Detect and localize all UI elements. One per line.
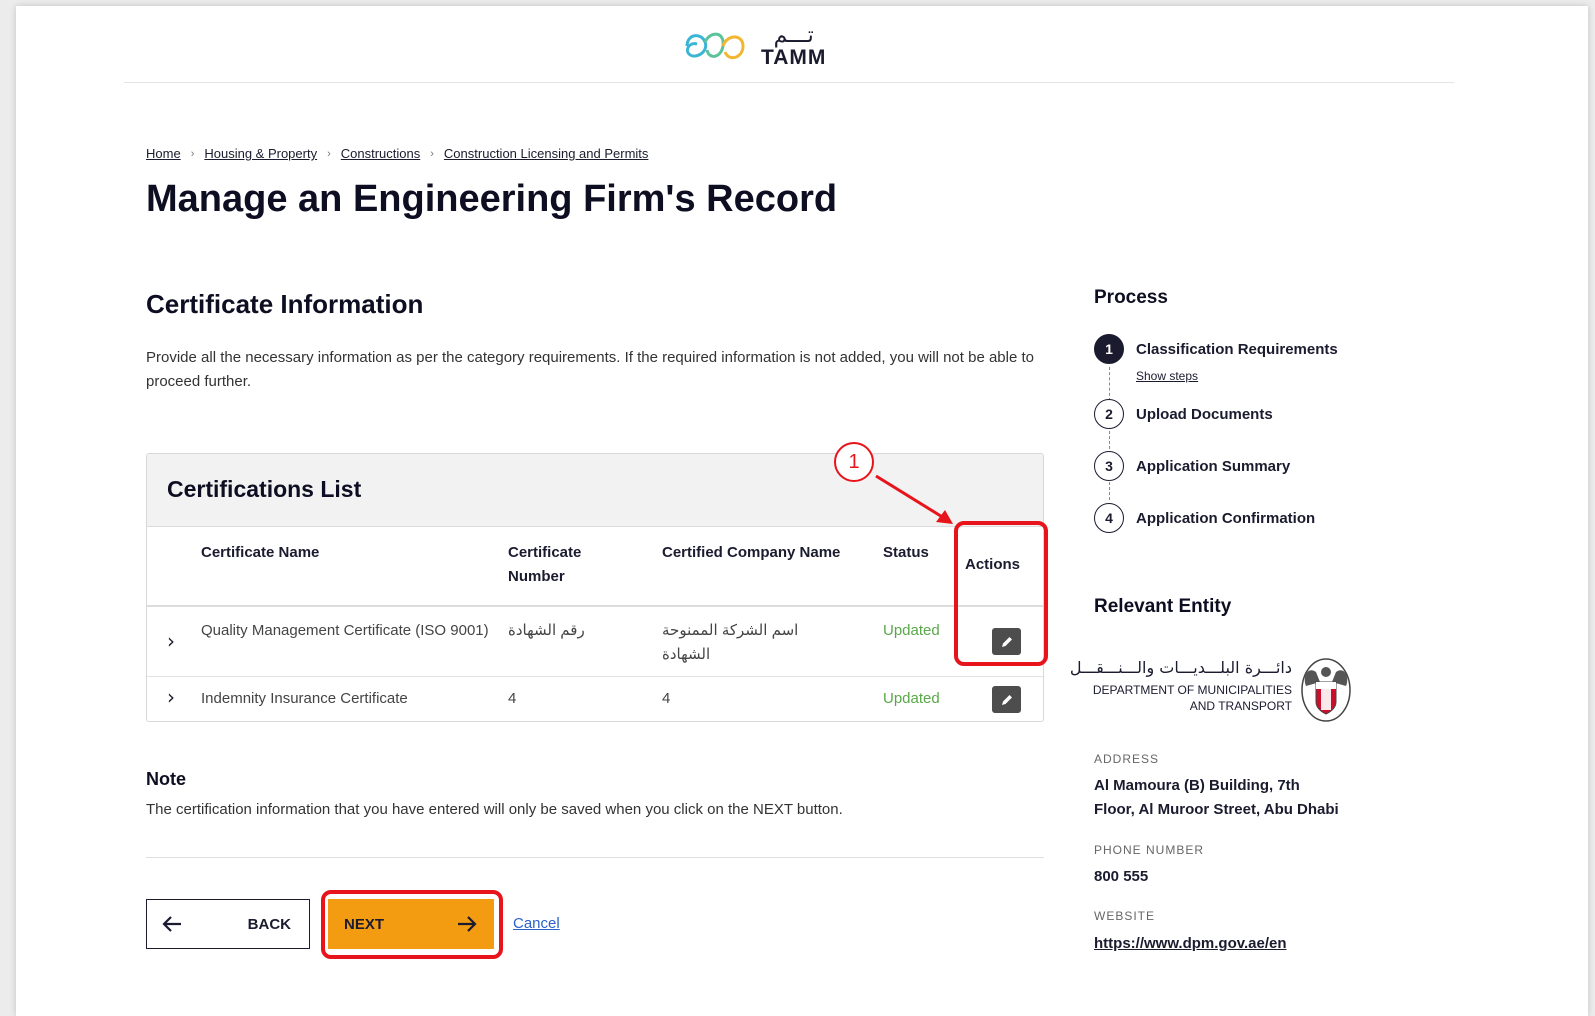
entity-name-line2: AND TRANSPORT: [1189, 699, 1292, 713]
step-label: Application Confirmation: [1136, 509, 1316, 527]
phone-label: PHONE NUMBER: [1094, 843, 1205, 857]
pencil-icon: [1001, 636, 1012, 647]
step-number: 4: [1094, 503, 1124, 533]
step-label: Classification Requirements: [1136, 340, 1338, 358]
divider: [146, 857, 1044, 858]
cell-certificate-number: 4: [508, 690, 517, 707]
header: تـــم TAMM: [124, 6, 1454, 83]
chevron-right-icon: ›: [430, 147, 434, 160]
address-label: ADDRESS: [1094, 752, 1160, 766]
cell-certificate-number: رقم الشهادة: [508, 622, 585, 639]
breadcrumb-construction-licensing[interactable]: Construction Licensing and Permits: [444, 146, 649, 161]
table-row[interactable]: › Indemnity Insurance Certificate 4 4 Up…: [147, 677, 1043, 721]
step-label: Upload Documents: [1136, 405, 1273, 423]
step-number: 1: [1094, 334, 1124, 364]
step-connector: [1109, 431, 1110, 449]
section-intro: Provide all the necessary information as…: [146, 349, 1034, 390]
status-badge: Updated: [883, 690, 940, 707]
column-actions: Actions: [965, 556, 1021, 573]
arrow-left-icon: [162, 916, 181, 932]
chevron-right-icon: ›: [327, 147, 331, 160]
table-row[interactable]: › Quality Management Certificate (ISO 90…: [147, 607, 1043, 677]
cancel-link[interactable]: Cancel: [513, 915, 560, 932]
process-step-4[interactable]: 4 Application Confirmation: [1094, 503, 1315, 533]
tamm-logo[interactable]: تـــم TAMM: [681, 24, 826, 68]
entity-name-line1: DEPARTMENT OF MUNICIPALITIES: [1092, 683, 1292, 697]
page-title: Manage an Engineering Firm's Record: [146, 178, 838, 220]
chevron-right-icon: ›: [190, 147, 195, 160]
entity-logo: دائـــرة البلـــديـــات والـــنـــقـــل …: [1070, 656, 1354, 726]
next-button-label: NEXT: [344, 915, 385, 933]
certifications-title: Certifications List: [147, 454, 1043, 527]
abu-dhabi-emblem-icon: [1301, 658, 1351, 722]
breadcrumb-constructions[interactable]: Constructions: [341, 146, 420, 161]
logo-arabic: تـــم: [773, 22, 814, 48]
cell-company-name: اسم الشركة الممنوحة الشهادة: [662, 622, 799, 663]
address-line2: Floor, Al Muroor Street, Abu Dhabi: [1094, 801, 1339, 818]
logo-text: TAMM: [761, 45, 827, 69]
step-connector: [1109, 367, 1110, 401]
website-label: WEBSITE: [1094, 909, 1156, 923]
column-certificate-number: Certificate Number: [508, 544, 582, 585]
tamm-logo-icon: [685, 32, 745, 60]
step-label: Application Summary: [1136, 457, 1291, 475]
chevron-right-icon[interactable]: ›: [167, 629, 175, 653]
breadcrumb-home[interactable]: Home: [146, 146, 181, 161]
entity-name-arabic: دائـــرة البلـــديـــات والـــنـــقـــل: [1069, 658, 1292, 677]
callout-number: 1: [834, 442, 874, 482]
back-button-label: BACK: [247, 915, 291, 933]
breadcrumb: Home › Housing & Property › Construction…: [146, 146, 648, 161]
website-link[interactable]: https://www.dpm.gov.ae/en: [1094, 935, 1287, 952]
address-line1: Al Mamoura (B) Building, 7th: [1094, 777, 1300, 794]
edit-button[interactable]: [992, 628, 1021, 655]
step-connector: [1109, 482, 1110, 500]
status-badge: Updated: [883, 622, 940, 639]
note-title: Note: [146, 769, 186, 789]
process-title: Process: [1094, 287, 1168, 308]
note-text: The certification information that you h…: [146, 801, 843, 818]
edit-button[interactable]: [992, 686, 1021, 713]
cell-company-name: 4: [662, 690, 671, 707]
cell-certificate-name: Quality Management Certificate (ISO 9001…: [201, 622, 489, 639]
column-company-name: Certified Company Name: [662, 544, 841, 561]
chevron-right-icon[interactable]: ›: [167, 685, 175, 709]
relevant-entity-title: Relevant Entity: [1094, 596, 1232, 617]
process-step-3[interactable]: 3 Application Summary: [1094, 451, 1290, 481]
process-step-1[interactable]: 1 Classification Requirements: [1094, 334, 1338, 364]
process-step-2[interactable]: 2 Upload Documents: [1094, 399, 1273, 429]
step-number: 3: [1094, 451, 1124, 481]
column-certificate-name: Certificate Name: [201, 544, 320, 561]
phone-number: 800 555: [1094, 868, 1149, 885]
section-title: Certificate Information: [146, 289, 424, 319]
table-header: Certificate Name Certificate Number Cert…: [147, 527, 1043, 607]
cell-certificate-name: Indemnity Insurance Certificate: [201, 690, 408, 707]
arrow-right-icon: [458, 916, 477, 932]
step-number: 2: [1094, 399, 1124, 429]
column-status: Status: [883, 544, 929, 561]
breadcrumb-housing-property[interactable]: Housing & Property: [204, 146, 317, 161]
show-steps-link[interactable]: Show steps: [1136, 369, 1198, 383]
back-button[interactable]: BACK: [146, 899, 310, 949]
certifications-card: Certifications List Certificate Name Cer…: [146, 453, 1044, 722]
page: تـــم TAMM Home › Housing & Property › C…: [16, 6, 1588, 1016]
pencil-icon: [1001, 694, 1012, 705]
next-button[interactable]: NEXT: [328, 899, 494, 949]
